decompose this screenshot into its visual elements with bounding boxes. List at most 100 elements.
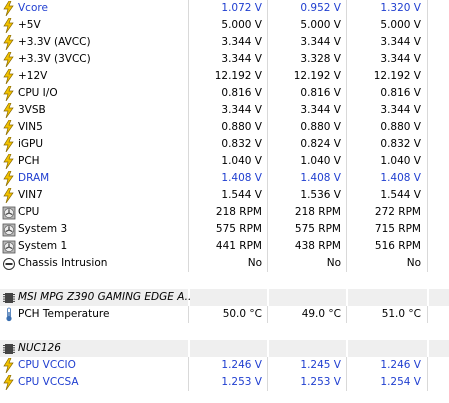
- sensor-value-min: 0.824 V: [300, 138, 341, 150]
- sensor-value-current: 1.040 V: [221, 155, 262, 167]
- sensor-value-max: 51.0 °C: [381, 308, 421, 320]
- sensor-row[interactable]: CPU VCCIO 1.246 V 1.245 V 1.246 V: [0, 357, 449, 374]
- sensor-value-current: 0.816 V: [221, 87, 262, 99]
- sensor-name: 3VSB: [18, 104, 46, 116]
- sensor-row[interactable]: +3.3V (3VCC) 3.344 V 3.328 V 3.344 V: [0, 51, 449, 68]
- sensor-value-current: 1.544 V: [221, 189, 262, 201]
- sensor-value-current: 1.246 V: [221, 359, 262, 371]
- sensor-value-min: 3.328 V: [300, 53, 341, 65]
- sensor-value-min: 5.000 V: [300, 19, 341, 31]
- sensor-value-min: 49.0 °C: [301, 308, 341, 320]
- sensor-value-max: 1.246 V: [380, 359, 421, 371]
- column-divider: [427, 187, 428, 204]
- sensor-row[interactable]: VIN7 1.544 V 1.536 V 1.544 V: [0, 187, 449, 204]
- sensor-row[interactable]: iGPU 0.832 V 0.824 V 0.832 V: [0, 136, 449, 153]
- nuc-section-header[interactable]: NUC126: [0, 340, 449, 357]
- sensor-row[interactable]: CPU I/O 0.816 V 0.816 V 0.816 V: [0, 85, 449, 102]
- sensor-value-current: 5.000 V: [221, 19, 262, 31]
- sensor-value-max: 715 RPM: [374, 223, 421, 235]
- sensor-name: VIN5: [18, 121, 43, 133]
- sensor-row[interactable]: Vcore 1.072 V 0.952 V 1.320 V: [0, 0, 449, 17]
- sensor-value-min: 1.253 V: [300, 376, 341, 388]
- column-divider: [427, 306, 428, 323]
- sensor-value-max: 0.880 V: [380, 121, 421, 133]
- sensor-value-max: 0.816 V: [380, 87, 421, 99]
- sensor-value-current: 441 RPM: [215, 240, 262, 252]
- sensor-value-min: 218 RPM: [294, 206, 341, 218]
- intrusion-row[interactable]: Chassis Intrusion No No No: [0, 255, 449, 272]
- sensor-name: PCH: [18, 155, 40, 167]
- sensor-value-min: 1.245 V: [300, 359, 341, 371]
- column-divider: [427, 238, 428, 255]
- column-divider: [427, 85, 428, 102]
- sensor-name: +3.3V (AVCC): [18, 36, 91, 48]
- column-divider: [427, 340, 429, 357]
- sensor-value-min: 575 RPM: [294, 223, 341, 235]
- column-divider: [427, 17, 428, 34]
- sensor-row[interactable]: PCH 1.040 V 1.040 V 1.040 V: [0, 153, 449, 170]
- sensor-value-max: 272 RPM: [374, 206, 421, 218]
- column-divider: [427, 153, 428, 170]
- sensor-value-min: 3.344 V: [300, 36, 341, 48]
- sensor-value-max: 1.408 V: [380, 172, 421, 184]
- sensor-value-max: 1.040 V: [380, 155, 421, 167]
- sensor-value-min: 0.952 V: [300, 2, 341, 14]
- sensor-value-min: 3.344 V: [300, 104, 341, 116]
- column-divider: [427, 68, 428, 85]
- column-divider: [427, 255, 428, 272]
- sensor-value-max: 0.832 V: [380, 138, 421, 150]
- sensor-row[interactable]: 3VSB 3.344 V 3.344 V 3.344 V: [0, 102, 449, 119]
- sensor-name: Vcore: [18, 2, 48, 14]
- sensor-value-max: 516 RPM: [374, 240, 421, 252]
- column-divider: [427, 357, 428, 374]
- sensor-value-current: 12.192 V: [214, 70, 262, 82]
- sensor-name: CPU I/O: [18, 87, 58, 99]
- sensor-row[interactable]: VIN5 0.880 V 0.880 V 0.880 V: [0, 119, 449, 136]
- blank-row: [0, 323, 449, 340]
- sensor-value-max: 3.344 V: [380, 53, 421, 65]
- fan-row[interactable]: System 1 441 RPM 438 RPM 516 RPM: [0, 238, 449, 255]
- fan-row[interactable]: CPU 218 RPM 218 RPM 272 RPM: [0, 204, 449, 221]
- sensor-value-max: 5.000 V: [380, 19, 421, 31]
- column-divider: [346, 340, 348, 357]
- blank-row: [0, 272, 449, 289]
- sensor-value-current: 3.344 V: [221, 36, 262, 48]
- sensor-value-current: 3.344 V: [221, 104, 262, 116]
- sensor-row[interactable]: CPU VCCSA 1.253 V 1.253 V 1.254 V: [0, 374, 449, 391]
- column-divider: [267, 340, 269, 357]
- sensor-value-min: 438 RPM: [294, 240, 341, 252]
- sensor-name: iGPU: [18, 138, 44, 150]
- column-divider: [346, 289, 348, 306]
- sensor-name: +3.3V (3VCC): [18, 53, 91, 65]
- sensor-row[interactable]: +3.3V (AVCC) 3.344 V 3.344 V 3.344 V: [0, 34, 449, 51]
- sensor-value-max: No: [406, 257, 421, 269]
- sensor-row[interactable]: +5V 5.000 V 5.000 V 5.000 V: [0, 17, 449, 34]
- board-section-header[interactable]: MSI MPG Z390 GAMING EDGE A...: [0, 289, 449, 306]
- sensor-row[interactable]: +12V 12.192 V 12.192 V 12.192 V: [0, 68, 449, 85]
- column-divider: [427, 0, 428, 17]
- sensor-value-min: 1.408 V: [300, 172, 341, 184]
- column-divider: [427, 119, 428, 136]
- fan-row[interactable]: System 3 575 RPM 575 RPM 715 RPM: [0, 221, 449, 238]
- sensor-value-current: No: [247, 257, 262, 269]
- sensor-value-max: 1.320 V: [380, 2, 421, 14]
- section-label: MSI MPG Z390 GAMING EDGE A...: [18, 291, 190, 303]
- temperature-row[interactable]: PCH Temperature 50.0 °C 49.0 °C 51.0 °C: [0, 306, 449, 323]
- column-divider: [267, 289, 269, 306]
- sensor-value-current: 1.072 V: [221, 2, 262, 14]
- sensor-name: PCH Temperature: [18, 308, 110, 320]
- sensor-value-min: 12.192 V: [293, 70, 341, 82]
- sensor-value-max: 12.192 V: [373, 70, 421, 82]
- sensor-table: Vcore 1.072 V 0.952 V 1.320 V +5V 5.000 V 5.00…: [0, 0, 449, 403]
- sensor-value-max: 1.254 V: [380, 376, 421, 388]
- sensor-name: DRAM: [18, 172, 50, 184]
- sensor-row[interactable]: DRAM 1.408 V 1.408 V 1.408 V: [0, 170, 449, 187]
- sensor-name: +5V: [18, 19, 41, 31]
- sensor-value-current: 0.832 V: [221, 138, 262, 150]
- sensor-value-min: 0.816 V: [300, 87, 341, 99]
- sensor-value-current: 575 RPM: [215, 223, 262, 235]
- sensor-name: VIN7: [18, 189, 43, 201]
- sensor-value-min: No: [326, 257, 341, 269]
- section-label: NUC126: [18, 342, 61, 354]
- column-divider: [427, 34, 428, 51]
